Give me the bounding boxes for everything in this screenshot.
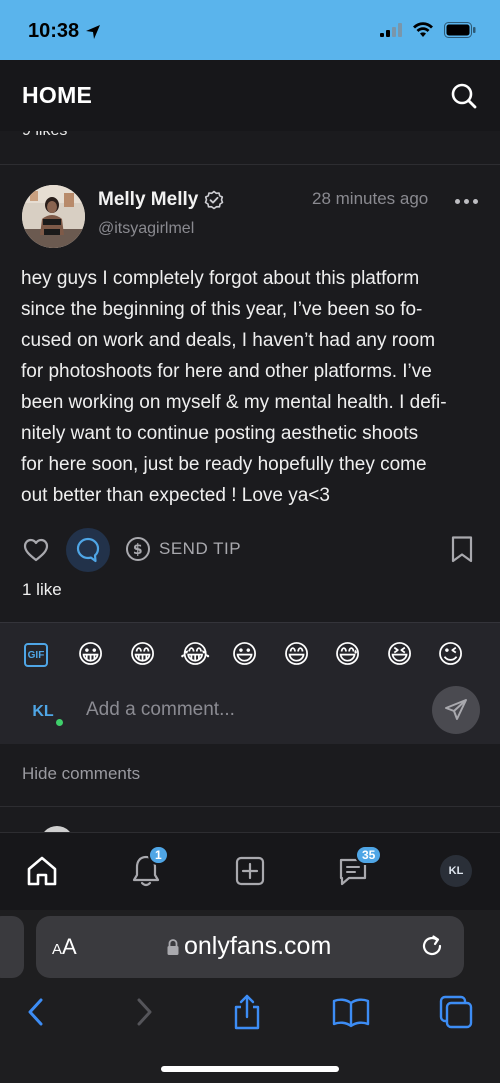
post-text-line: hey guys I completely forgot about this …: [21, 268, 420, 289]
bookmarks-button[interactable]: [331, 992, 371, 1032]
back-button[interactable]: [16, 992, 56, 1032]
post-text-line: been working on myself & my mental healt…: [21, 392, 447, 413]
lock-icon: [167, 938, 179, 955]
url-text: onlyfans.com: [184, 932, 332, 960]
notifications-badge: 1: [148, 845, 169, 865]
emoji-button[interactable]: 😂: [180, 639, 210, 669]
aa-large-letter: A: [62, 934, 77, 959]
reader-options-button[interactable]: AA: [52, 934, 77, 960]
reload-icon[interactable]: [418, 932, 446, 960]
more-options-icon[interactable]: [455, 193, 479, 209]
author-avatar[interactable]: [22, 185, 85, 248]
share-button[interactable]: [227, 992, 267, 1032]
heart-icon[interactable]: [22, 536, 50, 564]
messages-badge: 35: [355, 845, 383, 865]
page-title: HOME: [22, 82, 93, 108]
post-text-line: for photoshoots for here and other platf…: [21, 361, 432, 382]
send-comment-button[interactable]: [432, 686, 480, 734]
app-header: HOME: [0, 60, 500, 132]
emoji-button[interactable]: 😆: [386, 639, 413, 669]
emoji-button[interactable]: 😉: [437, 639, 464, 669]
online-status-dot: [54, 717, 65, 728]
likes-count[interactable]: 1 like: [22, 580, 62, 600]
emoji-row: GIF 😀 😁 😂 😃 😄 😅 😆 😉: [0, 637, 500, 673]
status-icons: [380, 22, 476, 38]
forward-button[interactable]: [124, 992, 164, 1032]
gif-button[interactable]: GIF: [24, 643, 48, 667]
hide-comments-link[interactable]: Hide comments: [22, 764, 140, 784]
tab-home[interactable]: [22, 851, 62, 891]
emoji-button[interactable]: 😁: [129, 639, 156, 669]
previous-likes-text: 9 likes: [22, 131, 67, 140]
tabs-button[interactable]: [436, 992, 476, 1032]
send-tip-label: SEND TIP: [159, 539, 242, 558]
battery-icon: [444, 22, 476, 38]
comment-composer: GIF 😀 😁 😂 😃 😄 😅 😆 😉 KL: [0, 622, 500, 744]
clock: 10:38: [28, 20, 80, 42]
home-indicator: [161, 1066, 339, 1072]
add-post-icon: [235, 856, 265, 886]
tab-profile[interactable]: KL: [436, 851, 476, 891]
dollar-circle-icon: $: [126, 537, 150, 561]
wifi-icon: [413, 22, 433, 37]
tab-messages[interactable]: 35: [333, 845, 383, 891]
author-photo: [22, 185, 85, 248]
emoji-button[interactable]: 😃: [231, 639, 258, 669]
share-icon: [234, 994, 260, 1030]
chevron-left-icon: [28, 998, 43, 1026]
book-icon: [332, 998, 370, 1028]
search-icon[interactable]: [450, 82, 478, 110]
send-icon: [445, 699, 467, 720]
post-text-line: nitely want to continue posting aestheti…: [21, 423, 419, 444]
author-name[interactable]: Melly Melly: [98, 189, 224, 211]
comment-icon: [76, 537, 100, 563]
post-timestamp[interactable]: 28 minutes ago: [312, 189, 428, 209]
previous-tab-preview[interactable]: [0, 916, 24, 978]
post-text-line: cused on work and deals, I haven’t had a…: [21, 330, 436, 351]
comment-button[interactable]: [66, 528, 110, 572]
divider: [0, 806, 500, 807]
post-actions: $ SEND TIP: [0, 520, 500, 580]
browser-chrome: AA onlyfans.com: [0, 910, 500, 1083]
bookmark-icon[interactable]: [450, 535, 474, 563]
status-time: 10:38: [28, 20, 101, 43]
svg-text:$: $: [133, 542, 143, 558]
author-name-text: Melly Melly: [98, 189, 199, 210]
home-icon: [27, 856, 57, 886]
emoji-button[interactable]: 😅: [334, 639, 361, 669]
comment-input[interactable]: [86, 695, 406, 725]
post-text-line: out better than expected ! Love ya<3: [21, 485, 330, 506]
url-display[interactable]: onlyfans.com: [166, 932, 331, 961]
emoji-button[interactable]: 😀: [77, 639, 104, 669]
tabs-icon: [439, 995, 473, 1029]
post-text-line: for here soon, just be ready hopefully t…: [21, 454, 427, 475]
bottom-tab-bar: 1 35 KL: [0, 832, 500, 910]
post-text-line: since the beginning of this year, I’ve b…: [21, 299, 423, 320]
tab-notifications[interactable]: 1: [126, 845, 169, 891]
status-bar: 10:38: [0, 0, 500, 60]
location-arrow-icon: [86, 24, 101, 39]
send-tip-button[interactable]: $ SEND TIP: [125, 536, 241, 562]
aa-small-letter: A: [52, 941, 63, 958]
profile-avatar: KL: [440, 855, 472, 887]
emoji-button[interactable]: 😄: [283, 639, 310, 669]
post-text: hey guys I completely forgot about this …: [21, 263, 481, 511]
cellular-signal-icon: [380, 23, 402, 37]
chevron-right-icon: [137, 998, 152, 1026]
address-bar[interactable]: AA onlyfans.com: [36, 916, 464, 978]
browser-toolbar: [0, 992, 500, 1036]
tab-new-post[interactable]: [230, 851, 270, 891]
previous-post-likes: 9 likes: [0, 131, 500, 165]
verified-icon: [205, 190, 224, 210]
author-handle[interactable]: @itsyagirlmel: [98, 220, 194, 238]
